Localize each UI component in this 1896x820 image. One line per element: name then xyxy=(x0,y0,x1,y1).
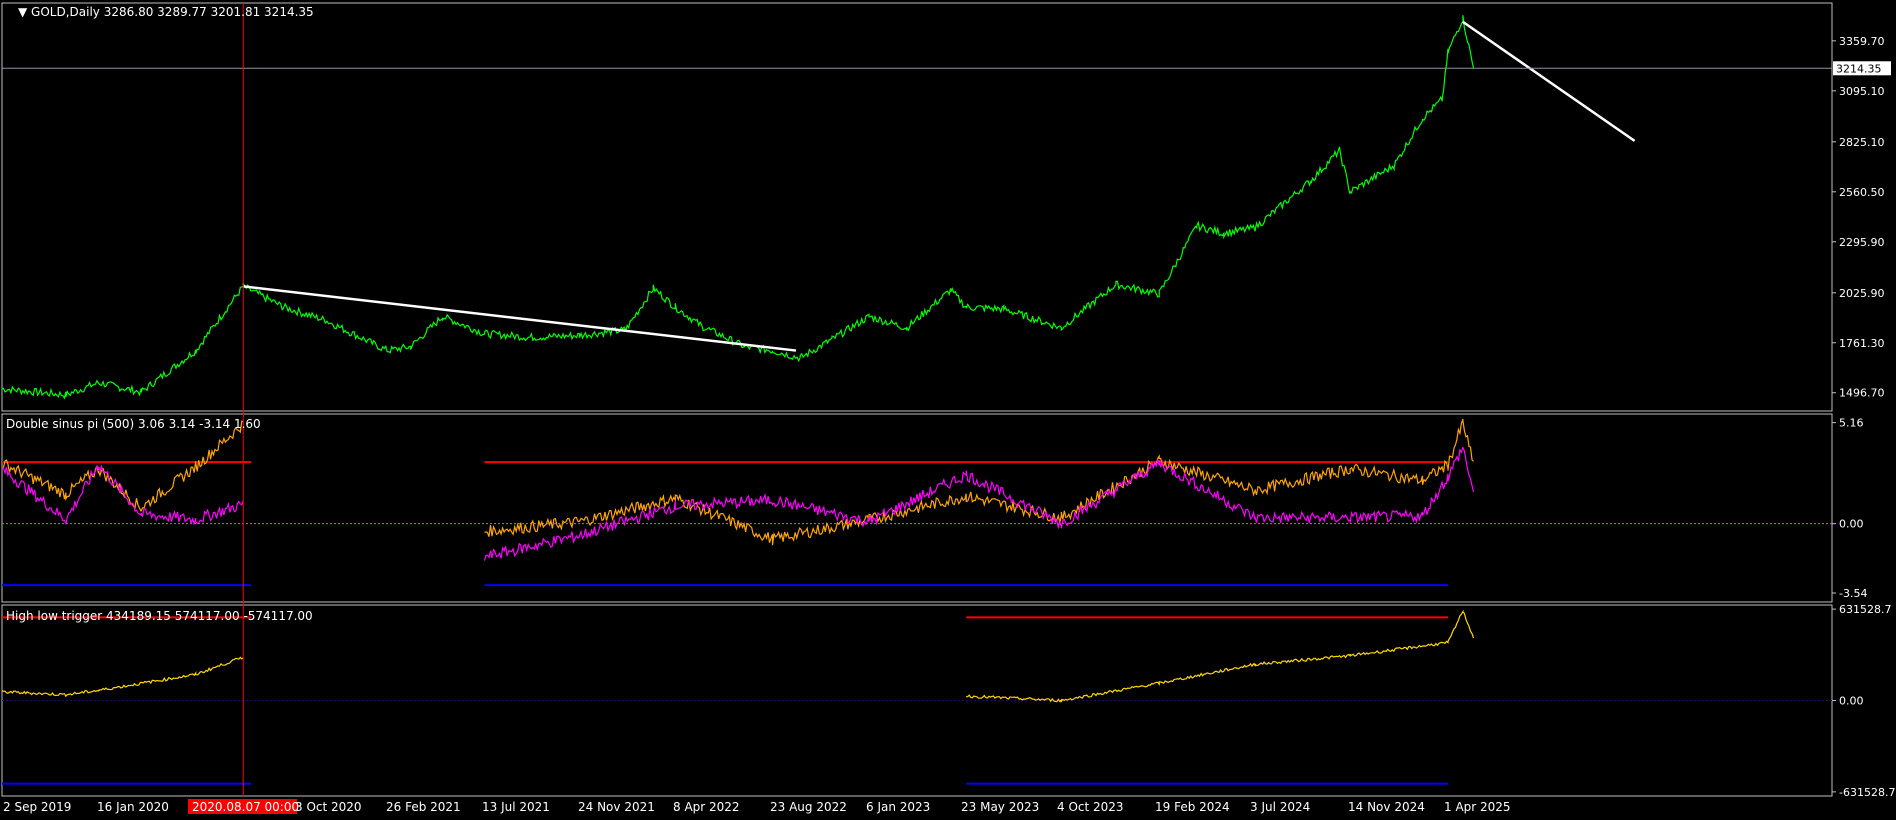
x-axis-label: 4 Oct 2023 xyxy=(1057,800,1124,814)
y-axis-label: 3095.10 xyxy=(1839,85,1885,98)
y-axis-label: 0.00 xyxy=(1839,695,1864,708)
x-axis-label: 23 Aug 2022 xyxy=(770,800,847,814)
x-axis-label: 1 Apr 2025 xyxy=(1444,800,1511,814)
x-axis-label: 14 Nov 2024 xyxy=(1348,800,1425,814)
panel3-title: High low trigger 434189.15 574117.00 -57… xyxy=(6,609,313,623)
x-axis-label: 8 Apr 2022 xyxy=(673,800,740,814)
y-axis-label: 1761.30 xyxy=(1839,337,1885,350)
x-axis-label: 16 Jan 2020 xyxy=(97,800,169,814)
y-axis-label: -3.54 xyxy=(1839,587,1867,600)
trigger-series xyxy=(966,609,1475,704)
sinus-orange-series xyxy=(1,420,244,512)
y-axis-label: 2825.10 xyxy=(1839,136,1885,149)
x-axis-label: 6 Jan 2023 xyxy=(866,800,930,814)
panel-3-frame xyxy=(1,604,1833,797)
x-axis-label: 24 Nov 2021 xyxy=(578,800,655,814)
y-axis-label: 2560.50 xyxy=(1839,186,1885,199)
x-axis-label: 26 Feb 2021 xyxy=(386,800,461,814)
menu-triangle-icon: ▼ xyxy=(18,5,31,19)
x-axis-label: 23 May 2023 xyxy=(961,800,1039,814)
y-axis-label: 0.00 xyxy=(1839,518,1864,531)
y-axis-label: 3359.70 xyxy=(1839,35,1885,48)
sinus-magenta-series xyxy=(1,464,244,525)
current-price-label: 3214.35 xyxy=(1836,62,1882,75)
panel2-title: Double sinus pi (500) 3.06 3.14 -3.14 1.… xyxy=(6,417,261,431)
chart-canvas[interactable]: 2 Sep 2019 16 Jan 2020 3 Oct 2020 26 Feb 20… xyxy=(0,0,1896,820)
trend-line xyxy=(1462,20,1636,142)
y-axis-label: 2295.90 xyxy=(1839,236,1885,249)
y-axis-label: -631528.7 xyxy=(1839,786,1895,799)
x-axis-label: 2 Sep 2019 xyxy=(3,800,71,814)
x-axis-label: 3 Jul 2024 xyxy=(1250,800,1310,814)
trend-line xyxy=(243,285,797,352)
cursor-time-label: 2020.08.07 00:00 xyxy=(192,800,299,814)
y-axis-label: 5.16 xyxy=(1839,417,1864,430)
sinus-magenta-series xyxy=(483,446,1475,561)
y-axis-label: 1496.70 xyxy=(1839,387,1885,400)
trigger-series xyxy=(1,656,244,698)
x-axis-label: 3 Oct 2020 xyxy=(295,800,362,814)
y-axis-label: 631528.7 xyxy=(1839,603,1892,616)
y-axis-label: 2025.90 xyxy=(1839,287,1885,300)
gold-price-series xyxy=(1,15,1475,400)
x-axis-label: 13 Jul 2021 xyxy=(482,800,550,814)
panel1-title: ▼ GOLD,Daily 3286.80 3289.77 3201.81 321… xyxy=(18,5,314,19)
panel-1-frame xyxy=(1,2,1833,412)
ohlc-values: 3286.80 3289.77 3201.81 3214.35 xyxy=(104,5,314,19)
sinus-orange-series xyxy=(484,418,1474,546)
x-axis-label: 19 Feb 2024 xyxy=(1155,800,1230,814)
